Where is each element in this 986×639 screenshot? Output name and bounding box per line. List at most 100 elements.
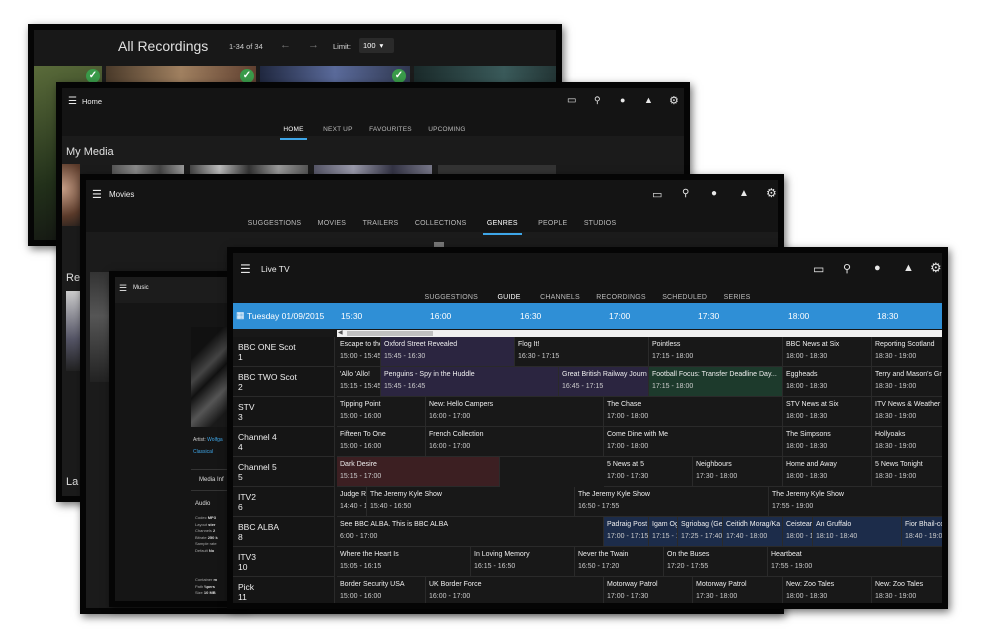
program-cell[interactable]: Fior Bhail-co 18:40 - 19:05 bbox=[902, 517, 942, 547]
tab-scheduled[interactable]: SCHEDULED bbox=[662, 294, 707, 301]
menu-icon[interactable]: ☰ bbox=[68, 96, 77, 107]
tab-suggestions[interactable]: SUGGESTIONS bbox=[248, 220, 302, 227]
channel-row[interactable]: Channel 44 bbox=[233, 427, 335, 457]
search-icon[interactable]: ⚲ bbox=[594, 95, 601, 106]
program-cell[interactable]: Terry and Mason's Gre 18:30 - 19:00 bbox=[872, 367, 942, 397]
program-cell[interactable]: Padraig Post 17:00 - 17:15 bbox=[604, 517, 649, 547]
tab-people[interactable]: PEOPLE bbox=[538, 220, 567, 227]
menu-icon[interactable]: ☰ bbox=[119, 283, 127, 294]
program-cell[interactable]: UK Border Force 16:00 - 17:00 bbox=[426, 577, 604, 603]
tab-trailers[interactable]: TRAILERS bbox=[363, 220, 399, 227]
tab-studios[interactable]: STUDIOS bbox=[584, 220, 617, 227]
program-cell[interactable]: STV News at Six 18:00 - 18:30 bbox=[783, 397, 872, 427]
tab-channels[interactable]: CHANNELS bbox=[540, 294, 580, 301]
scroll-left-icon[interactable]: ◀ bbox=[338, 329, 343, 336]
cast-icon[interactable]: ▭ bbox=[567, 95, 576, 106]
menu-icon[interactable]: ☰ bbox=[240, 262, 251, 276]
program-cell[interactable]: Escape to the 15:00 - 15:45 bbox=[337, 337, 381, 367]
channel-row[interactable]: BBC TWO Scot 2 bbox=[233, 367, 335, 397]
tab-collections[interactable]: COLLECTIONS bbox=[415, 220, 467, 227]
program-cell[interactable]: ITV News & Weather 18:30 - 19:00 bbox=[872, 397, 942, 427]
program-cell[interactable]: Eggheads 18:00 - 18:30 bbox=[783, 367, 872, 397]
program-cell[interactable]: Reporting Scotland 18:30 - 19:00 bbox=[872, 337, 942, 367]
program-cell[interactable]: Football Focus: Transfer Deadline Day...… bbox=[649, 367, 783, 397]
program-cell[interactable]: Neighbours 17:30 - 18:00 bbox=[693, 457, 783, 487]
program-cell[interactable]: Dark Desire 15:15 - 17:00 bbox=[337, 457, 500, 487]
program-cell[interactable]: The Chase 17:00 - 18:00 bbox=[604, 397, 783, 427]
calendar-icon[interactable]: ▦ bbox=[236, 310, 245, 321]
tab-home[interactable]: HOME bbox=[280, 126, 307, 140]
tab-genres[interactable]: GENRES bbox=[482, 220, 522, 235]
scrollbar-thumb[interactable] bbox=[347, 331, 433, 336]
program-cell[interactable]: Flog It! 16:30 - 17:15 bbox=[515, 337, 649, 367]
channel-row[interactable]: BBC ALBA 8 bbox=[233, 517, 335, 547]
tab-next-up[interactable]: NEXT UP bbox=[323, 126, 352, 133]
microphone-icon[interactable]: ● bbox=[620, 95, 625, 105]
program-cell[interactable]: Tipping Point 15:00 - 16:00 bbox=[337, 397, 426, 427]
program-cell[interactable]: Border Security USA 15:00 - 16:00 bbox=[337, 577, 426, 603]
program-cell[interactable]: 5 News at 5 17:00 - 17:30 bbox=[604, 457, 693, 487]
menu-icon[interactable]: ☰ bbox=[92, 188, 102, 201]
program-cell[interactable]: 'Allo 'Allo! 15:15 - 15:45 bbox=[337, 367, 381, 397]
program-cell[interactable]: BBC News at Six 18:00 - 18:30 bbox=[783, 337, 872, 367]
program-cell[interactable]: Penguins - Spy in the Huddle 15:45 - 16:4… bbox=[381, 367, 559, 397]
cast-icon[interactable]: ▭ bbox=[652, 188, 662, 201]
program-cell[interactable]: New: Zoo Tales 18:30 - 19:00 bbox=[872, 577, 942, 603]
prev-page-icon[interactable]: ← bbox=[280, 39, 291, 51]
program-cell[interactable]: Ceitidh Morag/Ka 17:40 - 18:00 bbox=[723, 517, 783, 547]
program-cell[interactable]: Where the Heart Is 15:05 - 16:15 bbox=[337, 547, 471, 577]
tab-recordings[interactable]: RECORDINGS bbox=[596, 294, 645, 301]
user-icon[interactable]: ▲ bbox=[903, 262, 914, 274]
genre-link[interactable]: Classical bbox=[193, 449, 213, 455]
tab-series[interactable]: SERIES bbox=[724, 294, 751, 301]
program-cell[interactable]: An Gruffalo 18:10 - 18:40 bbox=[813, 517, 902, 547]
program-cell[interactable]: Motorway Patrol 17:00 - 17:30 bbox=[604, 577, 693, 603]
user-icon[interactable]: ▲ bbox=[739, 188, 749, 199]
program-cell[interactable]: Heartbeat 17:55 - 19:00 bbox=[768, 547, 942, 577]
program-cell[interactable]: The Simpsons 18:00 - 18:30 bbox=[783, 427, 872, 457]
tab-movies[interactable]: MOVIES bbox=[318, 220, 346, 227]
program-cell[interactable]: Never the Twain 16:50 - 17:20 bbox=[575, 547, 664, 577]
program-cell[interactable]: French Collection 16:00 - 17:00 bbox=[426, 427, 604, 457]
channel-row[interactable]: ITV3 10 bbox=[233, 547, 335, 577]
program-cell[interactable]: Hollyoaks 18:30 - 19:00 bbox=[872, 427, 942, 457]
cast-icon[interactable]: ▭ bbox=[813, 262, 824, 276]
gear-icon[interactable]: ⚙ bbox=[930, 260, 942, 276]
program-cell[interactable]: The Jeremy Kyle Show 16:50 - 17:55 bbox=[575, 487, 769, 517]
channel-row[interactable]: STV 3 bbox=[233, 397, 335, 427]
limit-select[interactable]: 100 ▾ bbox=[359, 38, 394, 53]
program-cell[interactable]: Fifteen To One 15:00 - 16:00 bbox=[337, 427, 426, 457]
tab-favourites[interactable]: FAVOURITES bbox=[369, 126, 412, 133]
program-cell[interactable]: See BBC ALBA. This is BBC ALBA 6:00 - 17:… bbox=[337, 517, 604, 547]
program-cell[interactable]: Judge R 14:40 - 1 bbox=[337, 487, 367, 517]
program-cell[interactable]: Sgriobag (Ge 17:25 - 17:40 bbox=[678, 517, 723, 547]
program-cell[interactable]: 5 News Tonight 18:30 - 19:00 bbox=[872, 457, 942, 487]
artist-link[interactable]: Wolfga bbox=[207, 437, 222, 443]
channel-row[interactable]: Channel 55 bbox=[233, 457, 335, 487]
search-icon[interactable]: ⚲ bbox=[682, 188, 689, 199]
program-cell[interactable]: Igam Og 17:15 - 1 bbox=[649, 517, 678, 547]
guide-date[interactable]: Tuesday 01/09/2015 bbox=[247, 311, 324, 321]
gear-icon[interactable]: ⚙ bbox=[669, 94, 679, 107]
program-cell[interactable]: In Loving Memory 16:15 - 16:50 bbox=[471, 547, 575, 577]
face-thumb[interactable] bbox=[62, 164, 80, 226]
program-cell[interactable]: The Jeremy Kyle Show 15:40 - 16:50 bbox=[367, 487, 575, 517]
program-cell[interactable]: Come Dine with Me 17:00 - 18:00 bbox=[604, 427, 783, 457]
program-cell[interactable]: Motorway Patrol 17:30 - 18:00 bbox=[693, 577, 783, 603]
program-cell[interactable]: New: Zoo Tales 18:00 - 18:30 bbox=[783, 577, 872, 603]
tab-upcoming[interactable]: UPCOMING bbox=[428, 126, 465, 133]
user-icon[interactable]: ▲ bbox=[644, 95, 653, 105]
program-cell[interactable]: Ceistear 18:00 - 1 bbox=[783, 517, 813, 547]
program-cell[interactable]: Oxford Street Revealed 15:45 - 16:30 bbox=[381, 337, 515, 367]
program-cell[interactable]: Great British Railway Journ 16:45 - 17:15 bbox=[559, 367, 649, 397]
guide-scrollbar[interactable]: ◀ bbox=[337, 330, 942, 337]
program-cell[interactable]: New: Hello Campers 16:00 - 17:00 bbox=[426, 397, 604, 427]
search-icon[interactable]: ⚲ bbox=[843, 262, 851, 275]
program-cell[interactable]: Home and Away 18:00 - 18:30 bbox=[783, 457, 872, 487]
program-cell[interactable]: The Jeremy Kyle Show 17:55 - 19:00 bbox=[769, 487, 942, 517]
channel-row[interactable]: Pick 11 bbox=[233, 577, 335, 603]
next-page-icon[interactable]: → bbox=[308, 39, 319, 51]
channel-row[interactable]: ITV2 6 bbox=[233, 487, 335, 517]
program-cell[interactable]: Pointless 17:15 - 18:00 bbox=[649, 337, 783, 367]
channel-row[interactable]: BBC ONE Scot 1 bbox=[233, 337, 335, 367]
